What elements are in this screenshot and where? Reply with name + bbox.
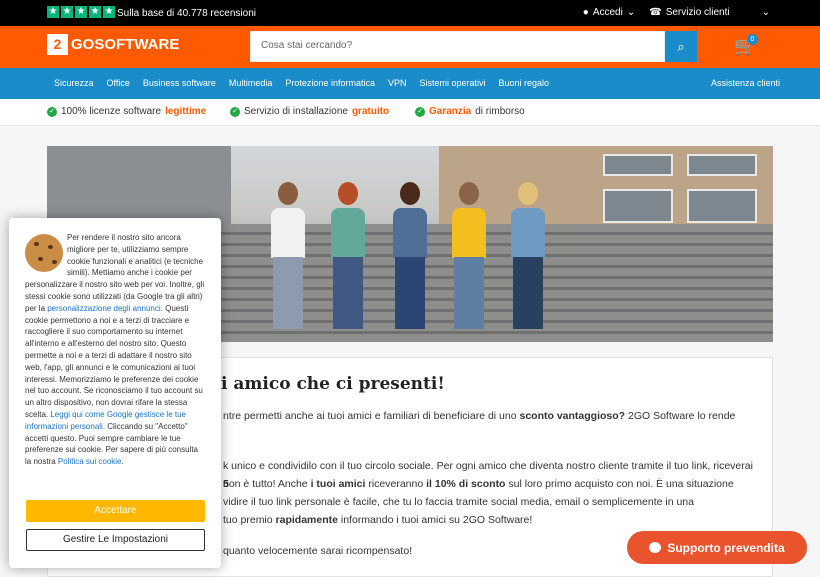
content-paragraph: vidire il tuo link personale è facile, c…	[223, 496, 694, 508]
nav-item-business-software[interactable]: Business software	[143, 78, 216, 88]
account-link[interactable]: ● Accedi ⌄	[583, 7, 635, 18]
content-paragraph: tuo premio rapidamente informando i tuoi…	[223, 514, 533, 526]
cookie-icon	[25, 234, 63, 272]
support-label: Servizio clienti	[665, 7, 730, 18]
trustpilot-rating[interactable]: ★ ★ ★ ★ ★	[47, 6, 115, 18]
nav-item-sicurezza[interactable]: Sicurezza	[54, 78, 94, 88]
phone-icon: ☎	[649, 7, 662, 18]
cart-count-badge: 0	[747, 34, 758, 45]
italy-flag-icon	[744, 8, 758, 18]
nav-item-office[interactable]: Office	[107, 78, 130, 88]
benefit-highlight: Garanzia	[429, 106, 472, 117]
check-icon: ✓	[415, 106, 425, 117]
benefit-text: di rimborso	[475, 106, 525, 117]
benefit-free-installation: ✓ Servizio di installazione gratuito	[230, 106, 389, 117]
top-bar: ★ ★ ★ ★ ★ Sulla base di 40.778 recension…	[0, 0, 820, 26]
chevron-down-icon: ⌄	[626, 7, 636, 18]
content-paragraph: non è tutto! Anche i tuoi amici ricevera…	[223, 478, 734, 490]
nav-item-protezione-informatica[interactable]: Protezione informatica	[285, 78, 375, 88]
chat-icon	[649, 542, 662, 553]
star-icon: ★	[75, 6, 87, 18]
search-button[interactable]: ⌕	[665, 31, 697, 62]
search-input[interactable]: Cosa stai cercando?	[250, 31, 665, 62]
chevron-down-icon: ⌄	[761, 7, 770, 18]
nav-item-sistemi-operativi[interactable]: Sistemi operativi	[419, 78, 485, 88]
content-paragraph: ntre permetti anche ai tuoi amici e fami…	[223, 410, 736, 422]
benefits-bar: ✓ 100% licenze software legittime ✓ Serviz…	[0, 99, 820, 126]
review-count[interactable]: Sulla base di 40.778 recensioni	[117, 8, 256, 19]
star-icon: ★	[61, 6, 73, 18]
page-title: i amico che ci presenti!	[221, 374, 445, 394]
logo[interactable]: 2 GOSOFTWARE	[47, 34, 179, 55]
cookie-text: . Questi cookie permettono a noi e a ter…	[25, 303, 203, 419]
ad-personalization-link[interactable]: personalizzazione degli annunci	[47, 304, 160, 313]
main-nav: Sicurezza Office Business software Multi…	[0, 68, 820, 99]
country-selector[interactable]: ⌄	[744, 7, 770, 18]
logo-mark: 2	[47, 34, 68, 55]
customer-service-link[interactable]: ☎ Servizio clienti	[649, 7, 729, 18]
nav-item-buoni-regalo[interactable]: Buoni regalo	[499, 78, 550, 88]
manage-cookies-button[interactable]: Gestire Le Impostazioni	[26, 529, 205, 551]
logo-text: GOSOFTWARE	[71, 36, 180, 53]
check-icon: ✓	[230, 106, 240, 117]
benefit-legit-licenses: ✓ 100% licenze software legittime	[47, 106, 206, 117]
cookie-consent-panel: Per rendere il nostro sito ancora miglio…	[9, 218, 221, 568]
star-icon: ★	[89, 6, 101, 18]
benefit-text: 100% licenze software	[61, 106, 162, 117]
benefit-highlight: legittime	[165, 106, 207, 117]
cookie-policy-link[interactable]: Politica sui cookie.	[58, 457, 124, 466]
benefit-money-back: ✓ Garanzia di rimborso	[415, 106, 525, 117]
nav-item-vpn[interactable]: VPN	[388, 78, 407, 88]
check-icon: ✓	[47, 106, 57, 117]
user-icon: ●	[582, 7, 589, 18]
star-icon: ★	[47, 6, 59, 18]
account-label: Accedi	[592, 7, 623, 18]
benefit-highlight: gratuito	[351, 106, 390, 117]
search-icon: ⌕	[677, 39, 685, 54]
site-header: 2 GOSOFTWARE Cosa stai cercando? ⌕ 🛒 0	[0, 26, 820, 68]
presale-chat-button[interactable]: Supporto prevendita	[627, 531, 807, 564]
assistance-link[interactable]: Assistenza clienti	[711, 78, 780, 88]
star-icon: ★	[103, 6, 115, 18]
accept-cookies-button[interactable]: Accettare	[26, 500, 205, 522]
chat-label: Supporto prevendita	[667, 540, 785, 555]
benefit-text: Servizio di installazione	[244, 106, 348, 117]
nav-item-multimedia[interactable]: Multimedia	[229, 78, 273, 88]
